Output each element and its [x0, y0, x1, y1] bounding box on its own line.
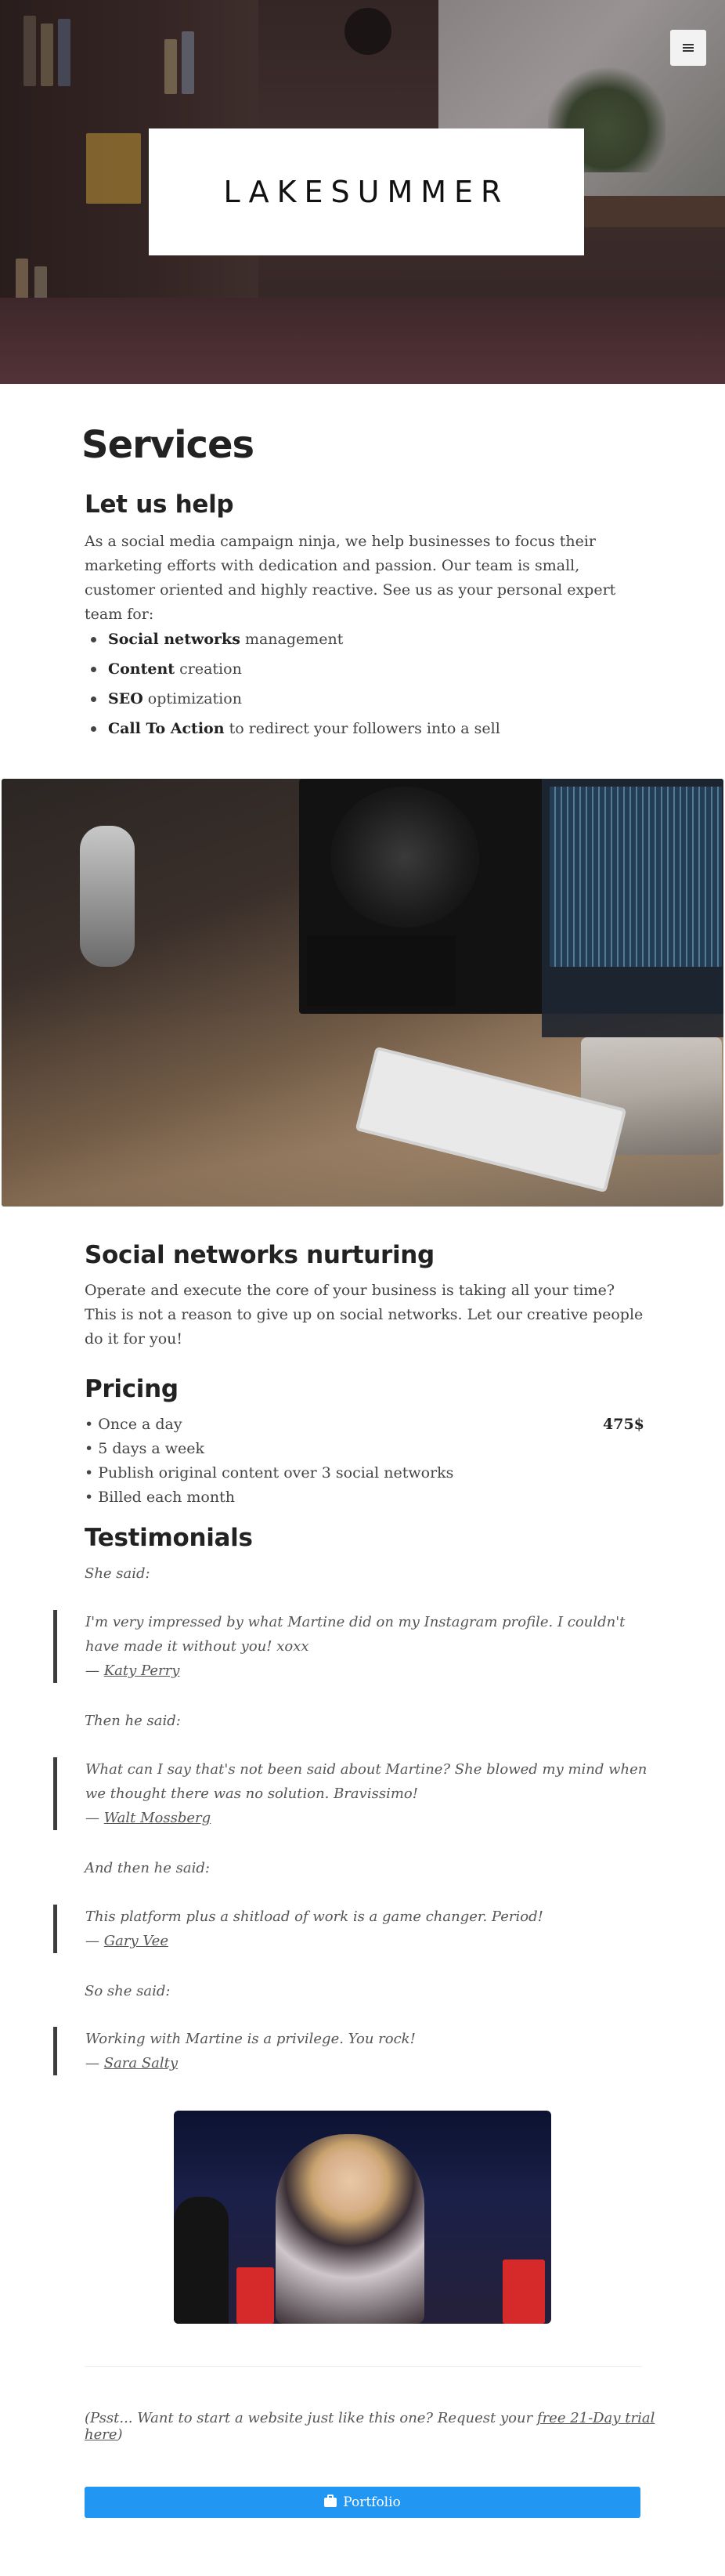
hamburger-menu-icon: [683, 44, 694, 52]
briefcase-icon: [324, 2495, 337, 2507]
pricing-heading: Pricing: [85, 1375, 179, 1403]
testimonial-lead: And then he said:: [85, 1860, 210, 1876]
testimonial-lead: So she said:: [85, 1983, 171, 1999]
portfolio-button[interactable]: Portfolio: [85, 2487, 640, 2518]
list-item: • 5 days a week: [85, 1440, 205, 1457]
list-item: • Once a day: [85, 1416, 182, 1433]
quote-text: Working with Martine is a privilege. You…: [85, 2031, 416, 2047]
quote-text: What can I say that's not been said abou…: [85, 1761, 647, 1802]
quote-text: This platform plus a shitload of work is…: [85, 1908, 543, 1925]
quote-author: — Katy Perry: [85, 1662, 180, 1679]
list-item: • Billed each month: [85, 1489, 235, 1506]
list-item: SEO optimization: [85, 684, 648, 714]
page-title: Services: [81, 423, 254, 467]
menu-button[interactable]: [670, 30, 706, 66]
quote-author: — Walt Mossberg: [85, 1810, 211, 1826]
nurturing-text: Operate and execute the core of your bus…: [85, 1282, 644, 1348]
quote-author: — Sara Salty: [85, 2055, 179, 2071]
list-item: Content creation: [85, 654, 648, 684]
testimonial-quote: I'm very impressed by what Martine did o…: [53, 1610, 648, 1683]
testimonial-quote: Working with Martine is a privilege. You…: [53, 2027, 648, 2075]
author-link[interactable]: Sara Salty: [104, 2055, 178, 2071]
testimonials-heading: Testimonials: [85, 1524, 253, 1552]
price-amount: 475$: [603, 1416, 644, 1433]
quote-text: I'm very impressed by what Martine did o…: [85, 1614, 626, 1655]
divider: [85, 2366, 642, 2367]
testimonial-quote: This platform plus a shitload of work is…: [53, 1905, 648, 1953]
services-intro: As a social media campaign ninja, we hel…: [85, 533, 616, 623]
trial-promo-text: (Psst... Want to start a website just li…: [85, 2410, 655, 2443]
services-list: Social networks management Content creat…: [85, 624, 648, 743]
quote-author: — Gary Vee: [85, 1933, 168, 1949]
brand-logo-box[interactable]: LAKESUMMER: [149, 128, 584, 255]
list-item: Social networks management: [85, 624, 648, 654]
testimonial-lead: Then he said:: [85, 1713, 181, 1729]
author-link[interactable]: Walt Mossberg: [104, 1810, 211, 1826]
author-link[interactable]: Katy Perry: [104, 1662, 180, 1679]
studio-desk-image: [2, 779, 723, 1207]
nurturing-heading: Social networks nurturing: [85, 1241, 435, 1269]
pricing-list: • Once a day • 5 days a week • Publish o…: [85, 1413, 586, 1510]
portfolio-label: Portfolio: [343, 2495, 401, 2510]
reaction-gif-image: [174, 2111, 551, 2324]
author-link[interactable]: Gary Vee: [104, 1933, 168, 1949]
hero-banner: LAKESUMMER: [0, 0, 725, 384]
brand-name: LAKESUMMER: [223, 175, 510, 209]
help-heading: Let us help: [85, 490, 234, 519]
list-item: • Publish original content over 3 social…: [85, 1464, 454, 1482]
testimonial-lead: She said:: [85, 1565, 150, 1582]
list-item: Call To Action to redirect your follower…: [85, 714, 648, 743]
testimonial-quote: What can I say that's not been said abou…: [53, 1757, 648, 1830]
